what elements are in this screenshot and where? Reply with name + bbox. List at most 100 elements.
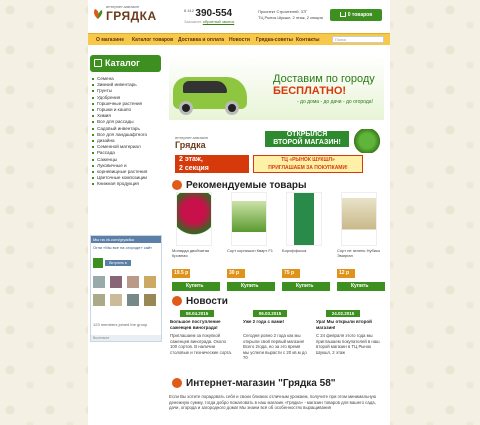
news-item: 06.03.2015 Уже 2 года с вами! Сегодня ро…	[243, 310, 307, 370]
product-price: 19.5 р	[172, 269, 190, 278]
product-image[interactable]	[341, 192, 377, 246]
buy-button[interactable]: Купить	[337, 282, 385, 291]
product-card: Сорт корнишон Кварт F1 30 р Купить	[225, 192, 275, 292]
catalog-icon	[94, 59, 102, 67]
product-price: 30 р	[227, 269, 245, 278]
banner2-market-line1: ТЦ «РЫНОК ШУКШЛ»	[281, 157, 335, 163]
buy-button[interactable]: Купить	[282, 282, 330, 291]
product-card: Сорт не зелень Нубико Эмирган 12 р Купит…	[335, 192, 385, 292]
header: интернет-магазин ГРЯДКА 8 412 390-554 За…	[88, 0, 390, 32]
logo[interactable]: интернет-магазин ГРЯДКА	[92, 4, 157, 24]
search-input[interactable]: Поиск	[332, 36, 384, 43]
banner2-open: ОТКРЫЛСЯ ВТОРОЙ МАГАЗИН!	[265, 131, 349, 147]
vk-widget: Мы на vk.com/gryadka Огни «Мы все на ого…	[90, 235, 162, 342]
catalog-title-text: Каталог	[105, 58, 140, 68]
products-heading-icon	[172, 180, 182, 190]
car-wheel	[225, 101, 239, 115]
banner2-floor-line1: 2 этаж,	[179, 156, 203, 163]
product-name[interactable]: Бороффоска	[282, 248, 332, 253]
callback: Закажите обратный звонок	[184, 19, 234, 24]
news-item: 24.02.2015 Ура! Мы открыли второй магази…	[316, 310, 380, 370]
banner2-floor: 2 этаж, 2 секция	[175, 155, 249, 173]
callback-link[interactable]: обратный звонок	[203, 19, 234, 24]
avatar[interactable]	[93, 276, 105, 288]
product-name[interactable]: Сорт не зелень Нубико Эмирган	[337, 248, 387, 258]
news-item: 08.04.2015 Большое поступление саженцев …	[170, 310, 234, 370]
news-text: Приглашаем за покупкой саженцев виноград…	[170, 333, 233, 355]
catalog-title: Каталог	[90, 55, 161, 72]
nav-item-catalog[interactable]: Каталог товаров	[132, 37, 173, 43]
news-text: Сегодня ровно 2 года как мы открыли свой…	[243, 333, 307, 360]
news-date: 06.03.2015	[253, 310, 287, 317]
phone-code: 8 412	[184, 8, 195, 13]
avatar[interactable]	[93, 294, 105, 306]
banner2-open-line1: ОТКРЫЛСЯ	[286, 131, 328, 138]
address: Проспект Строителей, 37Г ТЦ Рынок Шукшл,…	[258, 9, 323, 21]
product-price: 12 р	[337, 269, 355, 278]
product-image[interactable]	[231, 192, 267, 246]
cart-button[interactable]: 0 товаров	[330, 9, 382, 21]
cart-label: 0 товаров	[347, 12, 373, 18]
plants-image	[353, 129, 381, 153]
nav-item-delivery[interactable]: Доставка и оплата	[178, 37, 224, 43]
vk-widget-header: Мы на vk.com/gryadka	[91, 236, 161, 243]
news-heading-icon	[172, 296, 182, 306]
news-date: 08.04.2015	[180, 310, 214, 317]
news-text: С 24 февраля этого года мы приглашаем по…	[316, 333, 380, 355]
nav-item-contacts[interactable]: Контакты	[296, 37, 320, 43]
vk-footer: Вконтакте	[91, 335, 161, 341]
logo-title: ГРЯДКА	[106, 9, 157, 23]
address-line2: ТЦ Рынок Шукшл, 2 этаж, 2 секция	[258, 15, 323, 20]
products-heading: Рекомендуемые товары	[186, 180, 307, 191]
banner2-market-line2: ПРИГЛАШАЕМ ЗА ПОКУПКАМИ!	[268, 165, 348, 171]
catalog-item[interactable]: Книжная продукция	[92, 181, 164, 187]
news-title[interactable]: Ура! Мы открыли второй магазин!	[316, 319, 380, 330]
product-card: Монарда двойчатая Кровная 19.5 р Купить	[170, 192, 220, 292]
vk-group-avatar	[93, 258, 103, 268]
product-card: Бороффоска 75 р Купить	[280, 192, 330, 292]
about-heading: Интернет-магазин "Грядка 58"	[186, 378, 336, 389]
car-wheel	[179, 101, 193, 115]
product-image[interactable]	[176, 192, 212, 246]
vk-group-name[interactable]: Огни «Мы все на огороде» сайт	[93, 245, 152, 250]
banner-subtitle: БЕСПЛАТНО!	[273, 85, 347, 97]
buy-button[interactable]: Купить	[172, 282, 220, 291]
avatar[interactable]	[110, 294, 122, 306]
product-name[interactable]: Сорт корнишон Кварт F1	[227, 248, 277, 253]
banner2-open-line2: ВТОРОЙ МАГАЗИН!	[273, 139, 341, 146]
vk-member-count: 123 members joined the group	[93, 322, 148, 327]
avatar[interactable]	[144, 294, 156, 306]
catalog-list: Семена Зимний инвентарь Грунты Удобрения…	[92, 76, 164, 188]
nav-item-news[interactable]: Новости	[229, 37, 250, 43]
phone-number: 390-554	[195, 8, 233, 19]
callback-prefix: Закажите	[184, 19, 202, 24]
second-store-banner[interactable]: интернет-магазин Грядка ОТКРЫЛСЯ ВТОРОЙ МА…	[169, 125, 384, 177]
news-heading: Новости	[186, 296, 228, 307]
banner2-floor-line2: 2 секция	[179, 165, 209, 172]
main-nav: О магазине Каталог товаров Доставка и оп…	[88, 33, 390, 45]
nav-item-tips[interactable]: Грядка-советы	[256, 37, 293, 43]
news-title[interactable]: Большое поступление саженцев винограда!	[170, 319, 234, 330]
banner2-market: ТЦ «РЫНОК ШУКШЛ» ПРИГЛАШАЕМ ЗА ПОКУПКАМИ!	[253, 155, 363, 173]
catalog-sidebar: Каталог Семена Зимний инвентарь Грунты У…	[88, 55, 163, 230]
cart-icon	[339, 12, 346, 18]
avatar[interactable]	[127, 276, 139, 288]
leaf-logo-icon	[94, 9, 103, 19]
nav-item-about[interactable]: О магазине	[96, 37, 124, 43]
phone-block: 8 412 390-554 Закажите обратный звонок	[184, 8, 234, 24]
news-title[interactable]: Уже 2 года с вами!	[243, 319, 307, 325]
product-image[interactable]	[286, 192, 322, 246]
about-heading-icon	[172, 378, 182, 388]
avatar[interactable]	[127, 294, 139, 306]
delivery-banner[interactable]: Доставим по городу БЕСПЛАТНО! - до дома …	[169, 55, 384, 120]
banner-title: Доставим по городу	[273, 73, 375, 85]
buy-button[interactable]: Купить	[227, 282, 275, 291]
banner2-logo: интернет-магазин Грядка	[175, 135, 208, 150]
product-name[interactable]: Монарда двойчатая Кровная	[172, 248, 222, 258]
avatar[interactable]	[110, 276, 122, 288]
news-date: 24.02.2015	[326, 310, 360, 317]
page-container: интернет-магазин ГРЯДКА 8 412 390-554 За…	[88, 0, 390, 425]
about-text: Если Вы хотите порадовать себя и своих б…	[169, 394, 377, 410]
vk-join-button[interactable]: Вступить в группу	[105, 260, 131, 271]
avatar[interactable]	[144, 276, 156, 288]
